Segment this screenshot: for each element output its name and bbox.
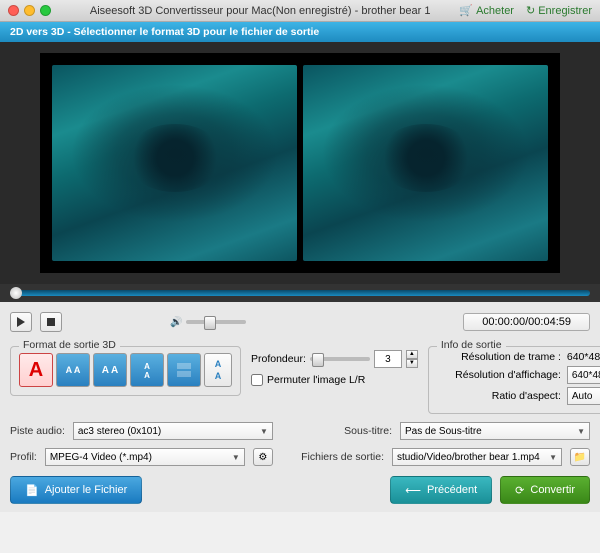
add-file-button[interactable]: 📄 Ajouter le Fichier — [10, 476, 142, 504]
frame-res-value: 640*480 — [567, 351, 600, 363]
chevron-down-icon: ▼ — [232, 453, 240, 462]
add-file-icon: 📄 — [25, 484, 39, 497]
progress-track[interactable] — [10, 290, 590, 296]
window-controls — [8, 5, 51, 16]
volume-slider[interactable] — [186, 320, 246, 324]
right-eye-frame — [303, 65, 548, 261]
progress-knob[interactable] — [10, 287, 22, 299]
previous-button[interactable]: ⟵ Précédent — [390, 476, 492, 504]
audio-track-label: Piste audio: — [10, 425, 65, 437]
window-title: Aiseesoft 3D Convertisseur pour Mac(Non … — [61, 5, 459, 17]
profile-select[interactable]: MPEG-4 Video (*.mp4)▼ — [45, 448, 245, 466]
depth-label: Profondeur: — [251, 353, 306, 365]
svg-text:A: A — [144, 362, 150, 371]
scrub-bar — [0, 284, 600, 302]
depth-up-button[interactable]: ▲ — [406, 350, 418, 359]
buy-button[interactable]: 🛒Acheter — [459, 4, 514, 17]
profile-label: Profil: — [10, 451, 37, 463]
play-icon — [17, 317, 25, 327]
subtitle-select[interactable]: Pas de Sous-titre▼ — [400, 422, 590, 440]
swap-lr-label: Permuter l'image L/R — [267, 374, 365, 386]
left-eye-frame — [52, 65, 297, 261]
swap-lr-input[interactable] — [251, 374, 263, 386]
display-res-label: Résolution d'affichage: — [437, 369, 567, 381]
output-files-label: Fichiers de sortie: — [301, 451, 384, 463]
chevron-down-icon: ▼ — [549, 453, 557, 462]
format-stack-button[interactable]: AA — [204, 353, 232, 387]
play-button[interactable] — [10, 312, 32, 332]
format-tab-full-button[interactable]: AA — [130, 353, 164, 387]
tab-full-icon: AA — [138, 361, 156, 379]
time-display: 00:00:00/00:04:59 — [463, 313, 590, 331]
folder-icon: 📁 — [574, 452, 586, 463]
format-sbs-half-button[interactable]: A A — [93, 353, 127, 387]
stop-button[interactable] — [40, 312, 62, 332]
volume-icon: 🔊 — [170, 317, 182, 328]
output-info-title: Info de sortie — [437, 339, 506, 351]
format-tab-half-button[interactable] — [167, 353, 201, 387]
depth-slider[interactable] — [310, 357, 370, 361]
arrow-left-icon: ⟵ — [405, 484, 421, 497]
minimize-icon[interactable] — [24, 5, 35, 16]
audio-track-select[interactable]: ac3 stereo (0x101)▼ — [73, 422, 273, 440]
titlebar: Aiseesoft 3D Convertisseur pour Mac(Non … — [0, 0, 600, 22]
svg-text:A: A — [144, 371, 150, 379]
format-3d-group: Format de sortie 3D A A A A A AA AA — [10, 346, 241, 396]
format-anaglyph-button[interactable]: A — [19, 353, 53, 387]
chevron-down-icon: ▼ — [260, 427, 268, 436]
convert-button[interactable]: ⟳ Convertir — [500, 476, 590, 504]
output-info-group: Info de sortie Résolution de trame :640*… — [428, 346, 600, 414]
browse-output-button[interactable]: 📁 — [570, 448, 590, 466]
refresh-icon: ⟳ — [515, 484, 524, 497]
zoom-icon[interactable] — [40, 5, 51, 16]
banner: 2D vers 3D - Sélectionner le format 3D p… — [0, 22, 600, 42]
chevron-down-icon: ▼ — [577, 427, 585, 436]
aspect-select[interactable]: Auto▼ — [567, 387, 600, 405]
subtitle-label: Sous-titre: — [344, 425, 392, 437]
format-3d-title: Format de sortie 3D — [19, 339, 120, 351]
video-box — [40, 53, 560, 273]
preview-area — [0, 42, 600, 284]
swap-lr-checkbox[interactable]: Permuter l'image L/R — [251, 374, 418, 386]
tab-half-icon — [175, 361, 193, 379]
gear-icon: ⚙ — [258, 452, 267, 463]
close-icon[interactable] — [8, 5, 19, 16]
aspect-label: Ratio d'aspect: — [437, 390, 567, 402]
frame-res-label: Résolution de trame : — [437, 351, 567, 363]
stop-icon — [47, 318, 55, 326]
cart-icon: 🛒 — [459, 4, 473, 17]
profile-settings-button[interactable]: ⚙ — [253, 448, 273, 466]
register-button[interactable]: ↻Enregistrer — [526, 4, 592, 17]
display-res-select[interactable]: 640*480▼ — [567, 366, 600, 384]
format-sbs-full-button[interactable]: A A — [56, 353, 90, 387]
output-path-select[interactable]: studio/Video/brother bear 1.mp4▼ — [392, 448, 562, 466]
depth-down-button[interactable]: ▼ — [406, 359, 418, 368]
key-icon: ↻ — [526, 4, 535, 17]
depth-input[interactable] — [374, 350, 402, 368]
